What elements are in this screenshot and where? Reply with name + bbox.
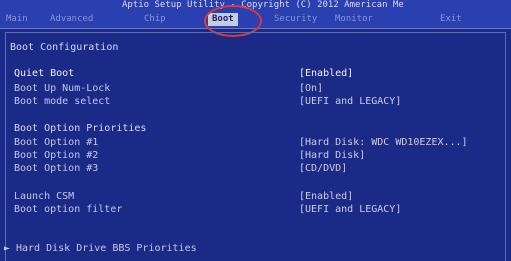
boot-option-row-3[interactable]: Boot Option #3 [CD/DVD] xyxy=(0,163,511,175)
setting-label: Boot Up Num-Lock xyxy=(14,83,111,94)
menu-monitor[interactable]: Monitor xyxy=(335,13,373,26)
menu-advanced[interactable]: Advanced xyxy=(50,13,93,26)
setting-row-launch-csm[interactable]: Launch CSM [Enabled] xyxy=(0,191,511,203)
title-bar: Aptio Setup Utility - Copyright (C) 2012… xyxy=(0,0,511,11)
setting-label: Boot mode select xyxy=(14,96,111,107)
section-row: Boot Configuration xyxy=(0,42,511,54)
option-value[interactable]: [Hard Disk: WDC WD10EZEX...] xyxy=(299,137,468,149)
menu-exit[interactable]: Exit xyxy=(440,13,462,26)
option-label: Boot Option #3 xyxy=(14,163,99,174)
menu-security[interactable]: Security xyxy=(274,13,317,26)
menu-chip[interactable]: Chip xyxy=(144,13,166,26)
setting-row-quiet-boot[interactable]: Quiet Boot [Enabled] xyxy=(0,68,511,80)
setting-row-num-lock[interactable]: Boot Up Num-Lock [On] xyxy=(0,83,511,95)
setting-value[interactable]: [Enabled] xyxy=(299,191,353,203)
setting-label: Quiet Boot xyxy=(14,68,75,79)
boot-option-row-2[interactable]: Boot Option #2 [Hard Disk] xyxy=(0,150,511,162)
option-label: Boot Option #1 xyxy=(14,137,99,148)
menu-boot[interactable]: Boot xyxy=(208,13,238,26)
setting-row-boot-mode[interactable]: Boot mode select [UEFI and LEGACY] xyxy=(0,96,511,108)
submenu-hdd-bbs[interactable]: ► Hard Disk Drive BBS Priorities xyxy=(0,243,511,255)
setting-label: Boot option filter xyxy=(14,204,123,215)
setting-value[interactable]: [Enabled] xyxy=(299,68,353,80)
setting-row-boot-filter[interactable]: Boot option filter [UEFI and LEGACY] xyxy=(0,204,511,216)
bios-screen: Aptio Setup Utility - Copyright (C) 2012… xyxy=(0,0,511,261)
setting-value[interactable]: [On] xyxy=(299,83,323,95)
window-title: Aptio Setup Utility - Copyright (C) 2012… xyxy=(122,0,404,10)
setting-label: Launch CSM xyxy=(14,191,75,202)
option-label: Boot Option #2 xyxy=(14,150,99,161)
setting-value[interactable]: [UEFI and LEGACY] xyxy=(299,204,401,216)
submenu-arrow-icon: ► xyxy=(4,243,11,254)
section-title: Boot Configuration xyxy=(10,42,119,53)
menu-bar: Main Advanced Chip Boot Security Monitor… xyxy=(0,11,511,29)
setting-value[interactable]: [UEFI and LEGACY] xyxy=(299,96,401,108)
boot-option-row-1[interactable]: Boot Option #1 [Hard Disk: WDC WD10EZEX.… xyxy=(0,137,511,149)
submenu-label: Hard Disk Drive BBS Priorities xyxy=(16,243,197,254)
option-value[interactable]: [Hard Disk] xyxy=(299,150,365,162)
menu-main[interactable]: Main xyxy=(6,13,28,26)
option-value[interactable]: [CD/DVD] xyxy=(299,163,347,175)
priorities-header-row: Boot Option Priorities xyxy=(0,123,511,135)
priorities-title: Boot Option Priorities xyxy=(14,123,147,134)
